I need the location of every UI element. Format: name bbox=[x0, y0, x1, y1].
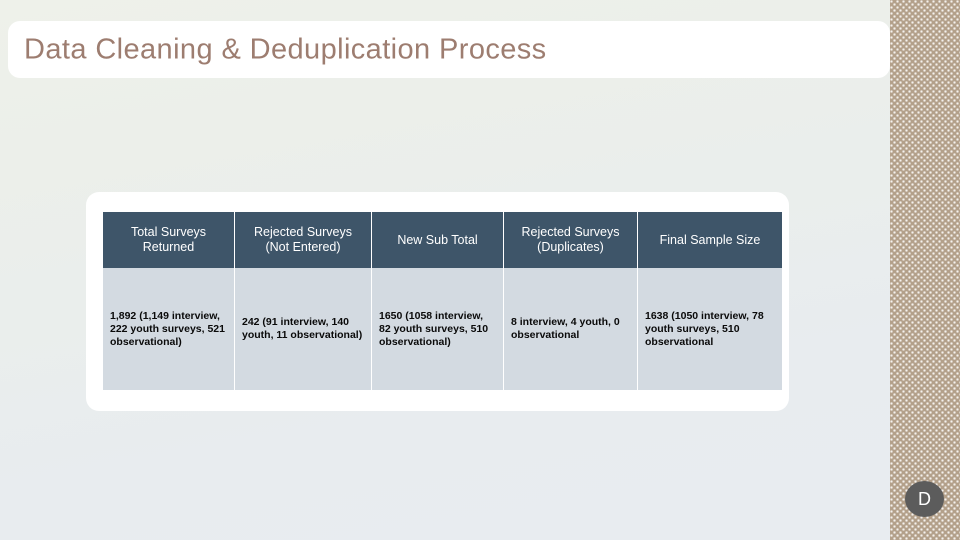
cell-rejected-surveys-not-entered: 242 (91 interview, 140 youth, 11 observa… bbox=[235, 268, 372, 390]
column-header-new-sub-total: New Sub Total bbox=[372, 212, 504, 268]
header-line-1: Final Sample Size bbox=[659, 232, 761, 247]
column-header-rejected-surveys-not-entered: Rejected Surveys (Not Entered) bbox=[235, 212, 372, 268]
header-line-1: Rejected Surveys bbox=[254, 225, 352, 239]
table-body: 1,892 (1,149 interview, 222 youth survey… bbox=[103, 268, 782, 390]
table-card: Total Surveys Returned Rejected Surveys … bbox=[86, 192, 789, 411]
table-header-row: Total Surveys Returned Rejected Surveys … bbox=[103, 212, 782, 268]
table-header: Total Surveys Returned Rejected Surveys … bbox=[103, 212, 782, 268]
header-line-1: New Sub Total bbox=[397, 232, 478, 247]
cell-new-sub-total: 1650 (1058 interview, 82 youth surveys, … bbox=[372, 268, 504, 390]
cell-total-surveys-returned: 1,892 (1,149 interview, 222 youth survey… bbox=[103, 268, 235, 390]
header-line-2: (Duplicates) bbox=[537, 240, 604, 254]
cell-rejected-surveys-duplicates: 8 interview, 4 youth, 0 observational bbox=[504, 268, 638, 390]
column-header-total-surveys-returned: Total Surveys Returned bbox=[103, 212, 235, 268]
column-header-rejected-surveys-duplicates: Rejected Surveys (Duplicates) bbox=[504, 212, 638, 268]
table-container: Total Surveys Returned Rejected Surveys … bbox=[103, 212, 782, 390]
header-line-2: (Not Entered) bbox=[265, 240, 341, 254]
header-line-2: Returned bbox=[142, 240, 195, 254]
slide-canvas: Data Cleaning & Deduplication Process To… bbox=[0, 0, 960, 540]
cell-final-sample-size: 1638 (1050 interview, 78 youth surveys, … bbox=[638, 268, 782, 390]
column-header-final-sample-size: Final Sample Size bbox=[638, 212, 782, 268]
header-line-1: Total Surveys bbox=[130, 225, 207, 239]
slide-title-card: Data Cleaning & Deduplication Process bbox=[8, 21, 890, 78]
survey-summary-table: Total Surveys Returned Rejected Surveys … bbox=[103, 212, 782, 390]
decorative-side-band bbox=[890, 0, 960, 540]
slide-corner-badge: D bbox=[905, 481, 944, 517]
page-title: Data Cleaning & Deduplication Process bbox=[24, 33, 547, 65]
table-row: 1,892 (1,149 interview, 222 youth survey… bbox=[103, 268, 782, 390]
header-line-1: Rejected Surveys bbox=[521, 225, 620, 239]
